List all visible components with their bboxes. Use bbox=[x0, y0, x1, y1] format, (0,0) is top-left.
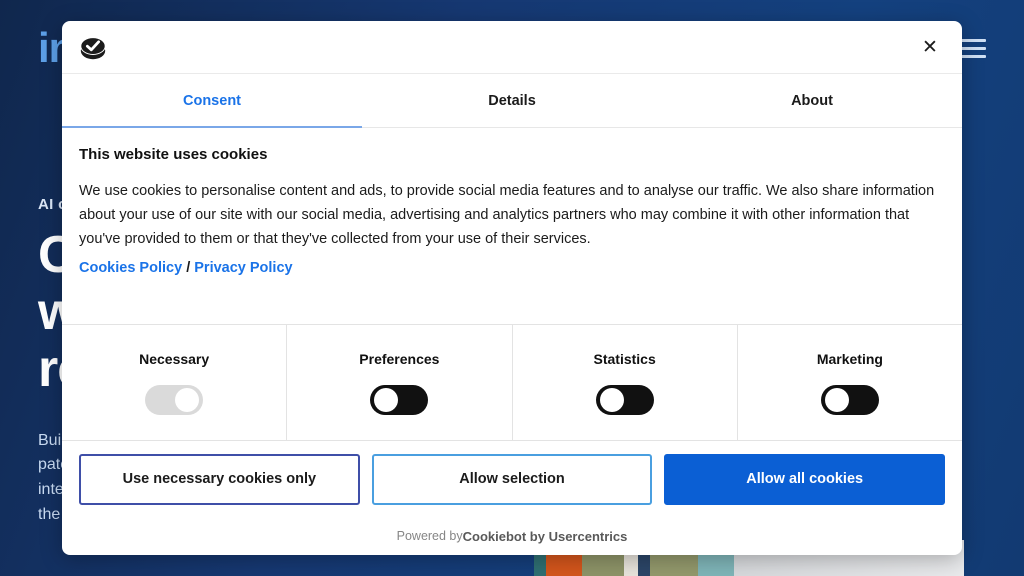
hamburger-icon[interactable] bbox=[960, 38, 986, 58]
toggle-marketing[interactable] bbox=[820, 384, 879, 415]
footer-brand[interactable]: Cookiebot by Usercentrics bbox=[463, 529, 628, 544]
category-label-marketing: Marketing bbox=[816, 350, 883, 367]
cookies-policy-link[interactable]: Cookies Policy bbox=[79, 260, 182, 276]
dialog-tabs: Consent Details About bbox=[62, 74, 962, 128]
dialog-header: ✕ bbox=[62, 21, 962, 74]
close-icon[interactable]: ✕ bbox=[916, 33, 944, 61]
category-marketing: Marketing bbox=[738, 325, 962, 440]
category-label-necessary: Necessary bbox=[139, 350, 210, 367]
dialog-description: We use cookies to personalise content an… bbox=[79, 183, 935, 248]
allow-all-cookies-button[interactable]: Allow all cookies bbox=[664, 453, 946, 505]
tab-consent[interactable]: Consent bbox=[62, 74, 362, 128]
privacy-policy-link[interactable]: Privacy Policy bbox=[194, 260, 292, 276]
tab-details[interactable]: Details bbox=[362, 74, 662, 127]
category-label-statistics: Statistics bbox=[593, 350, 656, 367]
policy-links: Cookies Policy / Privacy Policy bbox=[79, 260, 945, 276]
toggle-necessary bbox=[145, 384, 204, 415]
cookiebot-logo-icon bbox=[80, 37, 106, 60]
policy-link-separator: / bbox=[186, 260, 191, 277]
use-necessary-cookies-only-button[interactable]: Use necessary cookies only bbox=[79, 453, 360, 505]
toggle-statistics[interactable] bbox=[595, 384, 654, 415]
tab-about[interactable]: About bbox=[662, 74, 962, 127]
toggle-preferences[interactable] bbox=[370, 384, 429, 415]
category-necessary: Necessary bbox=[62, 325, 288, 440]
dialog-body: This website uses cookies We use cookies… bbox=[62, 128, 962, 324]
consent-categories: Necessary Preferences Statistics Marketi… bbox=[62, 324, 962, 441]
background-page: in AI c Co w re Buil pate inte the bbox=[0, 0, 1024, 576]
dialog-heading: This website uses cookies bbox=[79, 146, 268, 163]
allow-selection-button[interactable]: Allow selection bbox=[371, 453, 653, 505]
cookie-consent-dialog: ✕ Consent Details About This website use… bbox=[62, 21, 962, 555]
category-statistics: Statistics bbox=[513, 325, 738, 440]
category-label-preferences: Preferences bbox=[359, 350, 440, 367]
footer-prefix: Powered by bbox=[396, 529, 463, 543]
category-preferences: Preferences bbox=[287, 325, 513, 440]
dialog-footer: Powered by Cookiebot by Usercentrics bbox=[62, 517, 962, 555]
dialog-actions: Use necessary cookies only Allow selecti… bbox=[62, 441, 962, 517]
